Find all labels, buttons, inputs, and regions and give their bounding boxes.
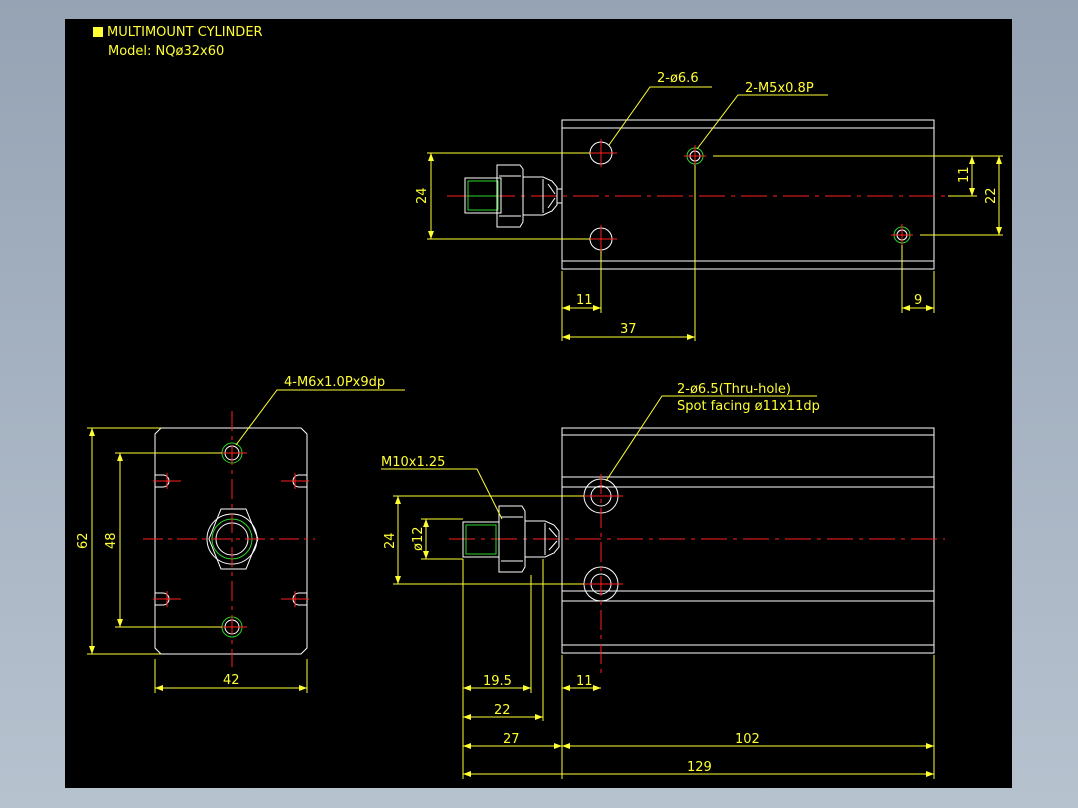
callout-thru-hole: 2-ø6.5(Thru-hole)	[677, 382, 791, 397]
dim-right-11: 11	[957, 166, 972, 183]
dim-side-19-5: 19.5	[483, 674, 512, 689]
dim-right-22: 22	[984, 187, 999, 204]
dim-end-62: 62	[76, 532, 91, 549]
dim-end-42: 42	[223, 673, 240, 688]
cad-viewport[interactable]: MULTIMOUNT CYLINDER Model: NQø32x60 2-ø6…	[65, 19, 1012, 788]
callout-ports: 2-M5x0.8P	[745, 81, 814, 96]
dim-bottom-9: 9	[914, 293, 922, 308]
dim-side-22: 22	[494, 703, 511, 718]
callout-threads: 4-M6x1.0Px9dp	[284, 375, 385, 390]
drawing-model: Model: NQø32x60	[108, 44, 224, 59]
dim-side-129: 129	[687, 760, 712, 775]
end-view: 4-M6x1.0Px9dp 62 48 42	[76, 375, 405, 693]
drawing-title: MULTIMOUNT CYLINDER	[107, 25, 263, 40]
dim-side-11: 11	[576, 674, 593, 689]
callout-spot-facing: Spot facing ø11x11dp	[677, 399, 820, 414]
dim-bottom-37: 37	[620, 322, 637, 337]
side-view: 2-ø6.5(Thru-hole) Spot facing ø11x11dp M…	[381, 382, 945, 779]
callout-rod-thread: M10x1.25	[381, 455, 445, 470]
dim-end-48: 48	[104, 532, 119, 549]
title-marker-icon	[93, 27, 103, 37]
cad-drawing: MULTIMOUNT CYLINDER Model: NQø32x60 2-ø6…	[76, 25, 1003, 779]
top-view: 2-ø6.6 2-M5x0.8P 24 11 22 11 9 37	[415, 71, 1003, 341]
dim-rod-dia: ø12	[411, 527, 426, 552]
callout-holes: 2-ø6.6	[657, 71, 699, 86]
dim-bottom-11: 11	[576, 293, 593, 308]
dim-side-24: 24	[383, 532, 398, 549]
dim-height-24: 24	[415, 187, 430, 204]
dim-side-102: 102	[735, 732, 760, 747]
dim-side-27: 27	[503, 732, 520, 747]
